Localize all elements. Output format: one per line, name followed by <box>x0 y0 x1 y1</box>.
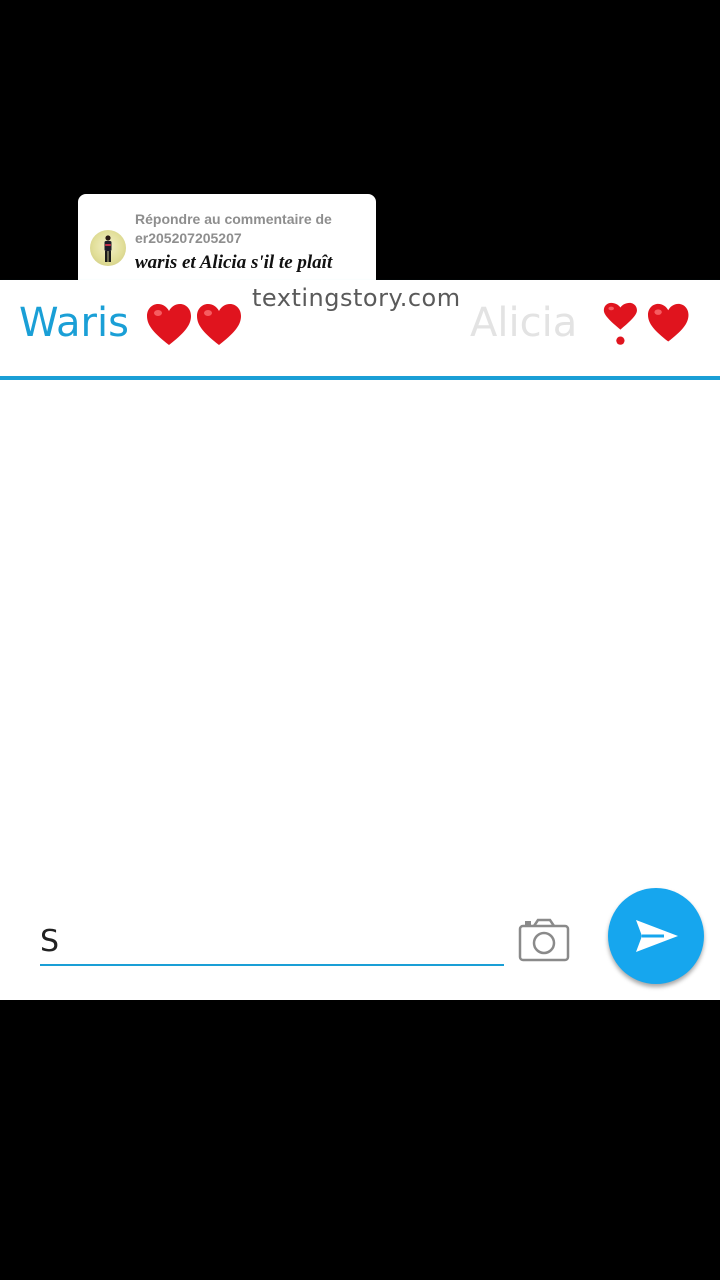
red-heart-icon <box>197 304 241 345</box>
reply-heading: Répondre au commentaire de er20520720520… <box>135 211 332 246</box>
contact-name-right[interactable]: Alicia <box>470 300 577 346</box>
chat-panel: Waris textingstory.com Alicia S <box>0 280 720 1000</box>
camera-icon <box>518 918 570 962</box>
watermark: textingstory.com <box>252 284 461 312</box>
avatar <box>90 230 126 266</box>
message-input-value: S <box>40 924 60 959</box>
comment-reply-card: Répondre au commentaire de er20520720520… <box>78 194 376 286</box>
contact-name-left[interactable]: Waris <box>19 300 129 346</box>
send-button[interactable] <box>608 888 704 984</box>
message-input[interactable]: S <box>40 916 504 966</box>
heart-icons-left <box>147 304 241 345</box>
red-heart-icon <box>147 304 191 345</box>
send-icon <box>636 920 678 952</box>
screen: Répondre au commentaire de er20520720520… <box>0 0 720 1280</box>
chat-header: Waris textingstory.com Alicia <box>0 280 720 380</box>
avatar-figure <box>104 235 112 262</box>
heart-exclamation-icon <box>603 302 637 345</box>
red-heart-icon <box>648 303 689 342</box>
heart-icons-right <box>603 302 689 345</box>
camera-button[interactable] <box>516 916 572 966</box>
reply-comment-text: waris et Alicia s'il te plaît <box>135 252 333 273</box>
messages-area[interactable] <box>0 380 720 880</box>
